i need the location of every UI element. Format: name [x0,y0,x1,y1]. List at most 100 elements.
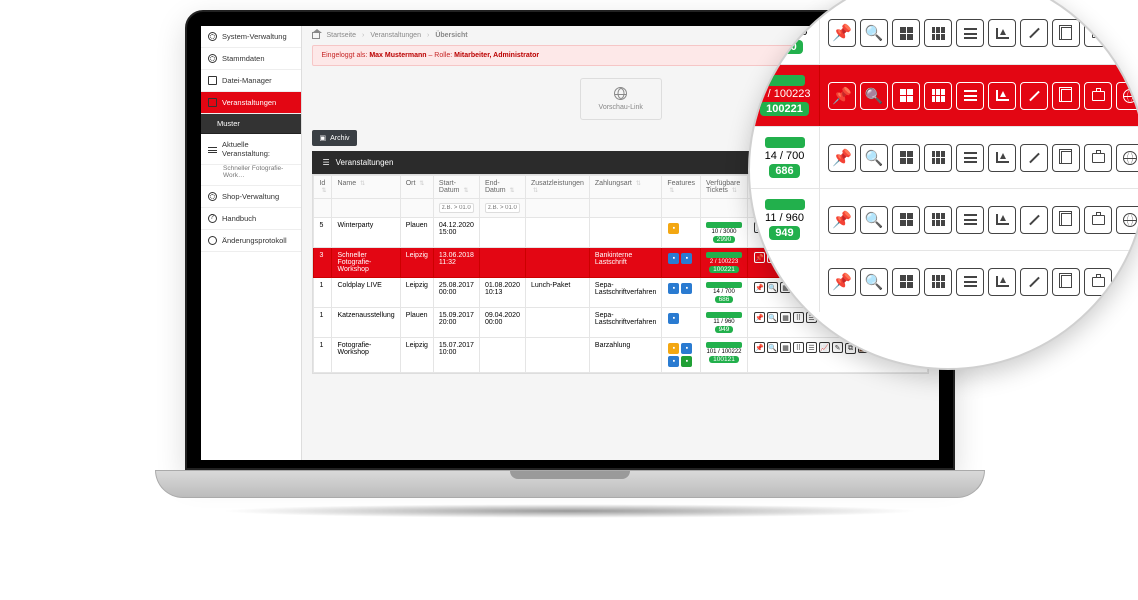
pin-icon[interactable]: 📌 [828,144,856,172]
case-icon[interactable] [1084,144,1112,172]
breadcrumb-item[interactable]: Veranstaltungen [370,32,421,39]
copy-icon[interactable] [1052,19,1080,47]
chart-icon[interactable] [988,19,1016,47]
sidebar-item[interactable]: Handbuch [201,208,301,230]
search-icon[interactable]: 🔍 [860,19,888,47]
burger-icon[interactable] [956,144,984,172]
burger-icon[interactable] [956,268,984,296]
sidebar-item[interactable]: Datei-Manager [201,70,301,92]
filter-input[interactable] [439,203,474,213]
case-icon[interactable] [1084,19,1112,47]
chart-icon[interactable] [988,82,1016,110]
chart-icon[interactable] [988,144,1016,172]
table-cell [479,218,525,248]
pin-icon[interactable]: 📌 [828,19,856,47]
pencil-icon[interactable] [1020,82,1048,110]
burger-icon[interactable] [956,19,984,47]
progress-bar [706,312,742,318]
archive-button[interactable]: ▣ Archiv [312,130,356,146]
grid4-icon[interactable]: ▦ [780,312,791,323]
grid6-icon[interactable] [924,19,952,47]
sidebar-item[interactable]: System-Verwaltung [201,26,301,48]
copy-icon[interactable] [1052,82,1080,110]
preview-link-button[interactable]: Vorschau-Link [580,78,662,120]
burger-icon[interactable] [956,82,984,110]
sidebar-item[interactable]: Shop-Verwaltung [201,186,301,208]
chart-icon[interactable] [988,268,1016,296]
pencil-icon[interactable] [1020,144,1048,172]
availability-badge: 100221 [760,102,809,116]
availability-fraction: 14 / 700 [765,150,805,162]
case-icon[interactable] [1084,82,1112,110]
pin-icon[interactable]: 📌 [828,206,856,234]
search-icon[interactable]: 🔍 [860,268,888,296]
pencil-icon[interactable] [1020,268,1048,296]
column-header[interactable]: Name ⇅ [332,176,400,199]
column-filter [662,199,701,218]
column-filter [433,199,479,218]
column-header[interactable]: Start-Datum ⇅ [433,176,479,199]
search-icon[interactable]: 🔍 [860,206,888,234]
grid4-icon[interactable] [892,206,920,234]
grid6-icon[interactable] [924,82,952,110]
pin-icon[interactable]: 📌 [754,312,765,323]
pin-icon[interactable]: 📌 [754,342,765,353]
filter-input[interactable] [485,203,520,213]
sidebar-item-label: Änderungsprotokoll [222,236,287,245]
grid6-icon[interactable] [924,206,952,234]
globe-icon[interactable] [1116,206,1138,234]
pencil-icon[interactable] [1020,19,1048,47]
column-header[interactable]: Id ⇅ [314,176,332,199]
magnifier-row: 14 / 700686📌🔍 [750,126,1138,188]
grid4-icon[interactable] [892,82,920,110]
breadcrumb-item[interactable]: Startseite [326,32,356,39]
search-icon[interactable]: 🔍 [767,342,778,353]
grid6-icon[interactable] [924,144,952,172]
sidebar: System-VerwaltungStammdatenDatei-Manager… [201,26,302,460]
copy-icon[interactable] [1052,206,1080,234]
table-cell: Bankinterne Lastschrift [589,248,661,278]
sidebar-item[interactable]: Änderungsprotokoll [201,230,301,252]
globe-icon[interactable] [1116,19,1138,47]
sidebar-item-label: Handbuch [222,214,256,223]
grid4-icon[interactable]: ▦ [780,342,791,353]
column-header[interactable]: Ort ⇅ [400,176,433,199]
pencil-icon[interactable]: ✎ [832,342,843,353]
case-icon[interactable] [1084,206,1112,234]
column-header[interactable]: Verfügbare Tickets ⇅ [701,176,748,199]
chart-icon[interactable] [988,206,1016,234]
sidebar-subitem[interactable]: Muster [201,114,301,134]
sidebar-item[interactable]: Aktuelle Veranstaltung: [201,134,301,165]
burger-icon[interactable]: ☰ [806,342,817,353]
availability-badge: 949 [715,326,734,333]
grid6-icon[interactable] [924,268,952,296]
table-row[interactable]: 1Fotografie-WorkshopLeipzig15.07.2017 10… [314,338,928,373]
column-header[interactable]: End-Datum ⇅ [479,176,525,199]
grid4-icon[interactable] [892,144,920,172]
copy-icon[interactable] [1052,268,1080,296]
column-header[interactable]: Zahlungsart ⇅ [589,176,661,199]
pin-icon[interactable]: 📌 [828,268,856,296]
search-icon[interactable]: 🔍 [767,312,778,323]
burger-icon[interactable] [956,206,984,234]
case-icon[interactable] [1084,268,1112,296]
chart-icon[interactable]: 📈 [819,342,830,353]
search-icon[interactable]: 🔍 [860,82,888,110]
grid6-icon[interactable]: ⠿ [793,342,804,353]
grid4-icon[interactable] [892,268,920,296]
grid4-icon[interactable] [892,19,920,47]
bars-icon [208,146,217,153]
column-header[interactable]: Features ⇅ [662,176,701,199]
column-header[interactable]: Zusatzleistungen ⇅ [525,176,589,199]
sidebar-item[interactable]: Stammdaten [201,48,301,70]
pencil-icon[interactable] [1020,206,1048,234]
pin-icon[interactable]: 📌 [828,82,856,110]
copy-icon[interactable] [1052,144,1080,172]
availability-badge: 2990 [766,40,802,54]
search-icon[interactable]: 🔍 [860,144,888,172]
grid6-icon[interactable]: ⠿ [793,312,804,323]
globe-icon[interactable] [1116,144,1138,172]
home-icon[interactable] [312,32,320,39]
sidebar-item[interactable]: Veranstaltungen [201,92,301,114]
globe-icon[interactable] [1116,82,1138,110]
